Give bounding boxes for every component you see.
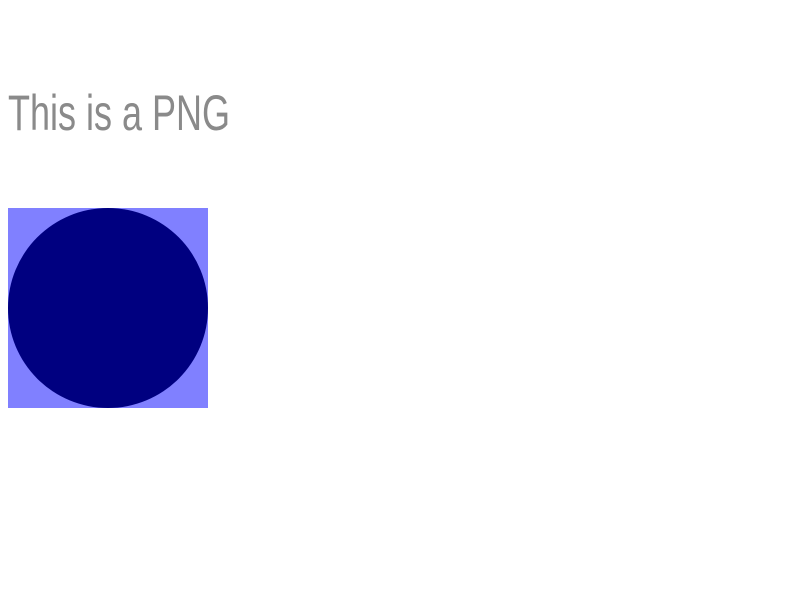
png-image bbox=[8, 208, 208, 408]
page-heading: This is a PNG bbox=[8, 85, 231, 141]
page: This is a PNG bbox=[0, 0, 800, 600]
blue-circle bbox=[8, 208, 208, 408]
png-image-graphic bbox=[8, 208, 208, 408]
